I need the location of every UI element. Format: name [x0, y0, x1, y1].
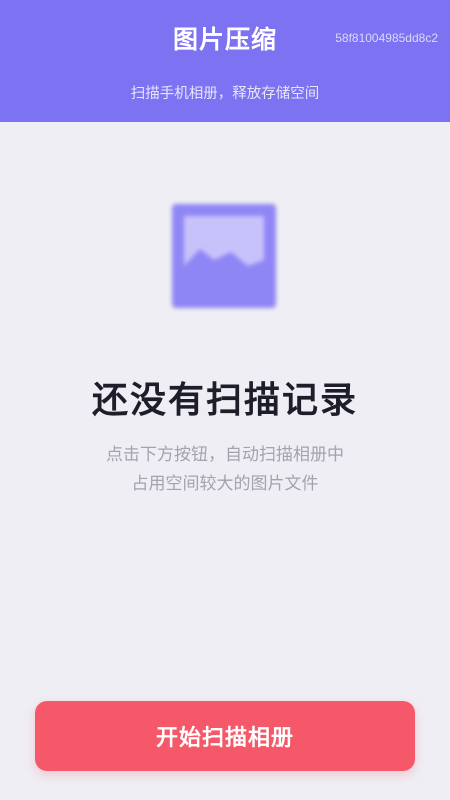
device-id-label: 58f81004985dd8c2	[335, 31, 438, 45]
empty-state-description-line-2: 占用空间较大的图片文件	[131, 474, 319, 494]
header-subtitle: 扫描手机相册，释放存储空间	[130, 86, 320, 102]
empty-state-title: 还没有扫描记录	[91, 380, 358, 421]
image-icon	[168, 200, 280, 312]
empty-state-description-line-1: 点击下方按钮，自动扫描相册中	[106, 445, 344, 465]
app-header: 图片压缩 58f81004985dd8c2 扫描手机相册，释放存储空间	[0, 0, 450, 122]
start-scan-button[interactable]: 开始扫描相册	[35, 701, 415, 771]
empty-state-description: 点击下方按钮，自动扫描相册中 占用空间较大的图片文件	[0, 441, 450, 499]
